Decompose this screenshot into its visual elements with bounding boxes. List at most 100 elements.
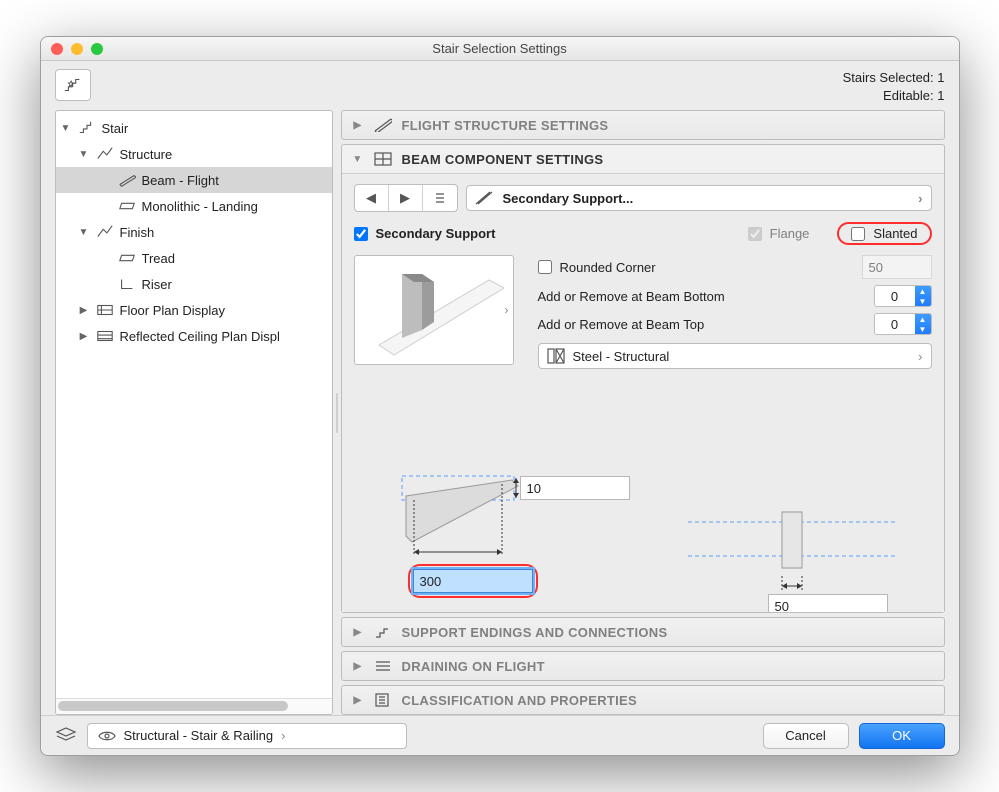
selection-status: Stairs Selected: 1 Editable: 1	[843, 69, 945, 104]
section-header[interactable]: BEAM COMPONENT SETTINGS	[342, 145, 944, 173]
chevron-right-icon: ›	[918, 191, 922, 206]
checkbox-input[interactable]	[851, 227, 865, 241]
navigation-tree: Stair Structure Beam - Flight	[55, 110, 333, 715]
draining-icon	[374, 658, 392, 674]
rounded-corner-value: 50	[862, 255, 932, 279]
side-top-dimension-input[interactable]: 10	[520, 476, 630, 500]
stairs-selected-label: Stairs Selected:	[843, 70, 934, 85]
tree-item-riser[interactable]: Riser	[56, 271, 332, 297]
checkbox-input[interactable]	[538, 260, 552, 274]
rounded-corner-checkbox[interactable]: Rounded Corner	[538, 260, 656, 275]
side-main-dimension-input[interactable]: 300	[413, 569, 533, 593]
favorites-button[interactable]	[55, 69, 91, 101]
disclosure-triangle-icon[interactable]	[60, 123, 72, 134]
layer-selector[interactable]: Structural - Stair & Railing ›	[87, 723, 407, 749]
disclosure-triangle-icon[interactable]	[78, 227, 90, 238]
slanted-highlight: Slanted	[837, 222, 931, 245]
disclosure-triangle-icon[interactable]	[78, 149, 90, 160]
section-header[interactable]: SUPPORT ENDINGS AND CONNECTIONS	[342, 618, 944, 646]
prev-button[interactable]: ◀	[355, 185, 389, 211]
stair-favorite-icon	[62, 74, 84, 96]
beam-icon	[118, 173, 136, 187]
disclosure-triangle-icon[interactable]	[352, 120, 364, 131]
list-button[interactable]	[423, 185, 457, 211]
disclosure-triangle-icon[interactable]	[352, 154, 364, 165]
add-bottom-label: Add or Remove at Beam Bottom	[538, 289, 868, 304]
classification-icon	[374, 692, 392, 708]
landing-icon	[118, 199, 136, 213]
horizontal-scrollbar[interactable]	[56, 698, 332, 714]
section-header[interactable]: FLIGHT STRUCTURE SETTINGS	[342, 111, 944, 139]
stepper-value[interactable]: 0	[875, 286, 915, 306]
component-name: Secondary Support...	[503, 191, 634, 206]
disclosure-triangle-icon[interactable]	[352, 661, 364, 672]
checkbox-input	[748, 227, 762, 241]
component-preview[interactable]: ›	[354, 255, 514, 365]
chevron-right-icon: ›	[505, 303, 509, 317]
tree-label: Floor Plan Display	[120, 303, 332, 318]
section-draining: DRAINING ON FLIGHT	[341, 651, 945, 681]
finish-icon	[96, 225, 114, 239]
scrollbar-thumb[interactable]	[58, 701, 288, 711]
stairs-selected-count: 1	[937, 70, 944, 85]
add-top-label: Add or Remove at Beam Top	[538, 317, 868, 332]
slanted-checkbox[interactable]: Slanted	[851, 226, 917, 241]
panel-splitter[interactable]	[333, 110, 341, 715]
checkbox-label: Rounded Corner	[560, 260, 656, 275]
stepper-value[interactable]: 0	[875, 314, 915, 334]
tree-item-tread[interactable]: Tread	[56, 245, 332, 271]
section-header[interactable]: CLASSIFICATION AND PROPERTIES	[342, 686, 944, 714]
editable-label: Editable:	[883, 88, 934, 103]
secondary-support-checkbox[interactable]: Secondary Support	[354, 226, 496, 241]
section-header[interactable]: DRAINING ON FLIGHT	[342, 652, 944, 680]
disclosure-triangle-icon[interactable]	[352, 627, 364, 638]
material-icon	[547, 348, 565, 364]
material-selector[interactable]: Steel - Structural ›	[538, 343, 932, 369]
tree-item-structure[interactable]: Structure	[56, 141, 332, 167]
main-dimension-highlight: 300	[408, 564, 538, 598]
section-support-endings: SUPPORT ENDINGS AND CONNECTIONS	[341, 617, 945, 647]
tree-item-beam-flight[interactable]: Beam - Flight	[56, 167, 332, 193]
disclosure-triangle-icon[interactable]	[78, 331, 90, 342]
tree-label: Finish	[120, 225, 332, 240]
front-dimension-preview: 50	[682, 508, 902, 598]
add-bottom-stepper[interactable]: 0 ▲▼	[874, 285, 932, 307]
tree-label: Tread	[142, 251, 332, 266]
options-row: Secondary Support Flange Slanted	[354, 222, 932, 245]
riser-icon	[118, 277, 136, 291]
tree-item-monolithic-landing[interactable]: Monolithic - Landing	[56, 193, 332, 219]
window-title: Stair Selection Settings	[41, 41, 959, 56]
ok-button[interactable]: OK	[859, 723, 945, 749]
tree-item-stair[interactable]: Stair	[56, 115, 332, 141]
flange-checkbox[interactable]: Flange	[748, 226, 810, 241]
section-title: SUPPORT ENDINGS AND CONNECTIONS	[402, 625, 668, 640]
layer-indicator-icon	[55, 726, 77, 745]
dialog-footer: Structural - Stair & Railing › Cancel OK	[41, 715, 959, 755]
layer-name: Structural - Stair & Railing	[124, 728, 274, 743]
cancel-button[interactable]: Cancel	[763, 723, 849, 749]
tree-item-floor-plan-display[interactable]: Floor Plan Display	[56, 297, 332, 323]
side-dimension-preview: 10 300	[384, 470, 634, 598]
component-selector[interactable]: Secondary Support... ›	[466, 185, 932, 211]
next-button[interactable]: ▶	[389, 185, 423, 211]
front-dimension-input[interactable]: 50	[768, 594, 888, 612]
section-title: DRAINING ON FLIGHT	[402, 659, 545, 674]
header-row: Stairs Selected: 1 Editable: 1	[41, 61, 959, 110]
tree-label: Riser	[142, 277, 332, 292]
section-title: BEAM COMPONENT SETTINGS	[402, 152, 604, 167]
titlebar: Stair Selection Settings	[41, 37, 959, 61]
section-title: CLASSIFICATION AND PROPERTIES	[402, 693, 638, 708]
disclosure-triangle-icon[interactable]	[78, 305, 90, 316]
tree-item-reflected-ceiling-plan-display[interactable]: Reflected Ceiling Plan Displ	[56, 323, 332, 349]
disclosure-triangle-icon[interactable]	[352, 695, 364, 706]
checkbox-label: Secondary Support	[376, 226, 496, 241]
add-top-stepper[interactable]: 0 ▲▼	[874, 313, 932, 335]
chevron-right-icon: ›	[281, 728, 285, 743]
editable-count: 1	[937, 88, 944, 103]
stepper-arrows[interactable]: ▲▼	[915, 314, 931, 334]
stepper-arrows[interactable]: ▲▼	[915, 286, 931, 306]
tree-label: Reflected Ceiling Plan Displ	[120, 329, 332, 344]
tree-item-finish[interactable]: Finish	[56, 219, 332, 245]
checkbox-input[interactable]	[354, 227, 368, 241]
section-classification: CLASSIFICATION AND PROPERTIES	[341, 685, 945, 715]
